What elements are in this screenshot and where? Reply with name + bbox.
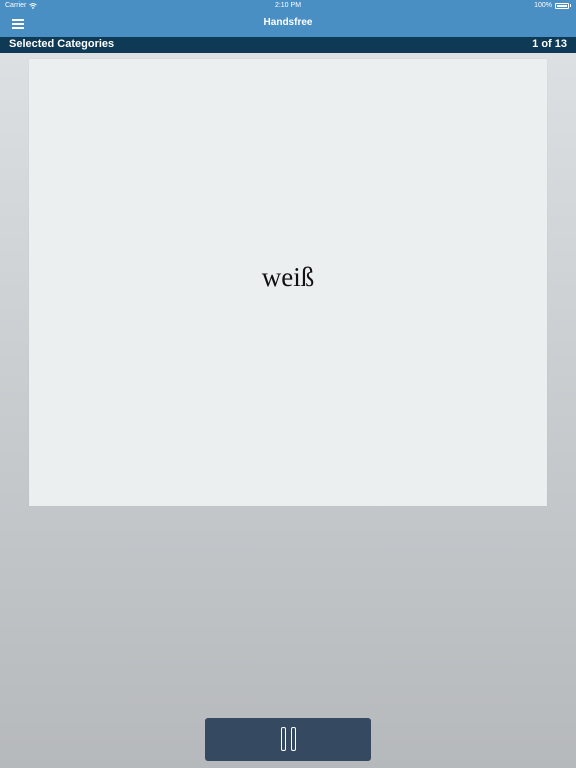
page-title: Handsfree [263, 17, 313, 28]
category-title: Selected Categories [9, 38, 115, 50]
battery-icon [555, 2, 569, 9]
status-battery: 100% [534, 2, 571, 9]
flashcard-word: weiß [261, 262, 315, 292]
pause-icon-right-bar [291, 727, 296, 751]
category-bar: Selected Categories 1 of 13 [0, 37, 576, 53]
status-bar: Carrier 2:10 PM 100% [0, 0, 576, 12]
category-position: 1 of 13 [532, 38, 567, 50]
pause-icon-left-bar [281, 727, 286, 751]
battery-percent: 100% [534, 2, 552, 9]
pause-button[interactable] [205, 718, 371, 761]
battery-nub [570, 4, 571, 7]
status-time: 2:10 PM [274, 2, 302, 9]
